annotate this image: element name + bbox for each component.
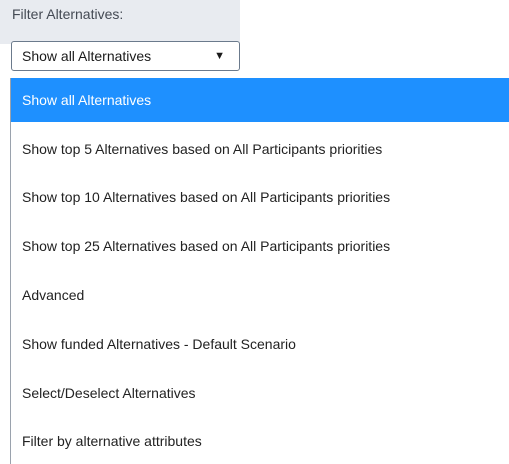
dropdown-list: Show all Alternatives Show top 5 Alterna… [10,78,509,464]
filter-select-value: Show all Alternatives [22,48,152,64]
option-show-top-10[interactable]: Show top 10 Alternatives based on All Pa… [11,175,509,219]
option-select-deselect[interactable]: Select/Deselect Alternatives [11,371,509,415]
option-show-top-5[interactable]: Show top 5 Alternatives based on All Par… [11,127,509,171]
option-show-all[interactable]: Show all Alternatives [11,78,509,122]
option-advanced[interactable]: Advanced [11,273,509,317]
dropdown-arrow-icon: ▼ [214,50,225,62]
option-show-funded[interactable]: Show funded Alternatives - Default Scena… [11,322,509,366]
option-filter-by-attributes[interactable]: Filter by alternative attributes [11,419,509,463]
filter-select[interactable]: Show all Alternatives ▼ [11,41,240,71]
option-show-top-25[interactable]: Show top 25 Alternatives based on All Pa… [11,224,509,268]
filter-label: Filter Alternatives: [12,6,124,22]
